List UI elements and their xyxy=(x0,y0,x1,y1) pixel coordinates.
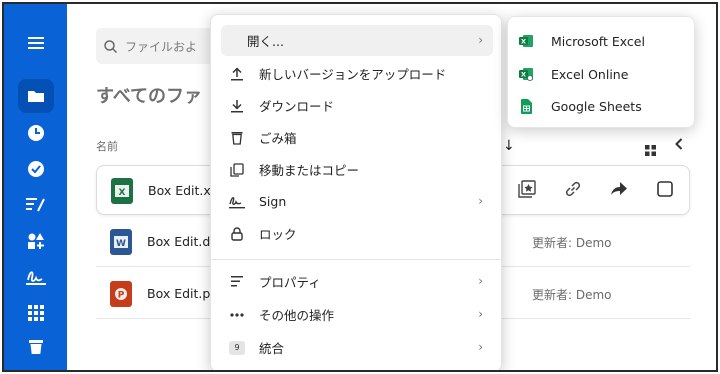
svg-text:P: P xyxy=(118,291,125,301)
relay-shapes-icon[interactable] xyxy=(18,224,54,258)
svg-text:X: X xyxy=(119,188,126,198)
updated-by: 更新者: Demo xyxy=(532,236,612,250)
google-sheets-icon xyxy=(518,98,534,114)
chevron-right-icon: › xyxy=(478,307,483,321)
menu-item-move-copy[interactable]: 移動またはコピー xyxy=(221,154,493,185)
submenu-item-excel-online[interactable]: X Excel Online xyxy=(518,59,686,89)
grid-view-icon[interactable] xyxy=(645,141,656,160)
column-header-name[interactable]: 名前 xyxy=(96,138,118,154)
row-actions xyxy=(517,179,675,199)
menu-item-sign[interactable]: Sign › xyxy=(221,186,493,217)
search-placeholder: ファイルおよ xyxy=(125,39,198,54)
search-input[interactable]: ファイルおよ xyxy=(96,28,226,64)
microsoft-excel-icon: X xyxy=(518,34,534,48)
menu-item-properties[interactable]: プロパティ › xyxy=(221,266,493,297)
chevron-right-icon: › xyxy=(478,340,483,354)
updated-by: 更新者: Demo xyxy=(532,288,612,302)
trash-icon[interactable] xyxy=(18,330,54,364)
file-name[interactable]: Box Edit.pp xyxy=(147,286,218,301)
svg-text:W: W xyxy=(116,239,126,249)
page-title: すべてのファ xyxy=(96,86,203,107)
menu-item-open[interactable]: 開く... › xyxy=(221,25,493,56)
search-icon xyxy=(104,39,117,53)
svg-text:X: X xyxy=(521,38,526,46)
menu-divider xyxy=(211,259,501,260)
chevron-right-icon: › xyxy=(478,194,483,208)
sign-icon[interactable] xyxy=(18,260,54,294)
menu-item-upload-new-version[interactable]: 新しいバージョンをアップロード xyxy=(221,58,493,89)
select-checkbox[interactable] xyxy=(655,179,675,199)
context-menu: 開く... › 新しいバージョンをアップロード ダウンロード ごみ箱 移動または… xyxy=(210,14,502,370)
chevron-right-icon: › xyxy=(478,33,483,47)
app-window: ファイルおよ すべてのファ 名前 ↓ X Box Edit.xls W Box … xyxy=(2,2,718,372)
integration-icon: 9 xyxy=(227,340,247,355)
excel-file-icon: X xyxy=(111,178,133,204)
upload-icon xyxy=(227,66,247,81)
menu-item-integrations[interactable]: 9 統合 › xyxy=(221,332,493,363)
sort-arrow-icon[interactable]: ↓ xyxy=(503,138,515,154)
menu-item-download[interactable]: ダウンロード xyxy=(221,90,493,121)
notes-icon[interactable] xyxy=(18,188,54,222)
menu-item-more-actions[interactable]: その他の操作 › xyxy=(221,299,493,330)
menu-item-lock[interactable]: ロック xyxy=(221,218,493,249)
share-arrow-icon[interactable] xyxy=(609,179,629,199)
open-with-submenu: X Microsoft Excel X Excel Online Google … xyxy=(507,16,695,128)
chevron-right-icon: › xyxy=(478,274,483,288)
svg-text:X: X xyxy=(521,71,526,79)
recents-clock-icon[interactable] xyxy=(18,116,54,150)
apps-grid-icon[interactable] xyxy=(18,296,54,330)
tasks-check-icon[interactable] xyxy=(18,152,54,186)
share-link-icon[interactable] xyxy=(563,179,583,199)
word-file-icon: W xyxy=(110,229,132,255)
integration-badge: 9 xyxy=(229,340,245,355)
files-folder-icon[interactable] xyxy=(18,79,54,113)
powerpoint-file-icon: P xyxy=(110,281,132,307)
properties-icon xyxy=(227,276,247,287)
copy-icon xyxy=(227,162,247,177)
sign-icon xyxy=(227,195,247,209)
submenu-item-google-sheets[interactable]: Google Sheets xyxy=(518,91,686,121)
trash-icon xyxy=(227,131,247,145)
file-name[interactable]: Box Edit.do xyxy=(147,234,218,249)
lock-icon xyxy=(227,226,247,241)
more-icon xyxy=(227,312,247,317)
collection-star-icon[interactable] xyxy=(517,179,537,199)
menu-item-trash[interactable]: ごみ箱 xyxy=(221,122,493,153)
submenu-item-microsoft-excel[interactable]: X Microsoft Excel xyxy=(518,26,686,56)
sidebar xyxy=(4,4,67,370)
chevron-left-icon[interactable] xyxy=(675,138,683,154)
hamburger-menu-icon[interactable] xyxy=(18,26,54,60)
download-icon xyxy=(227,99,247,113)
excel-online-icon: X xyxy=(518,67,534,81)
